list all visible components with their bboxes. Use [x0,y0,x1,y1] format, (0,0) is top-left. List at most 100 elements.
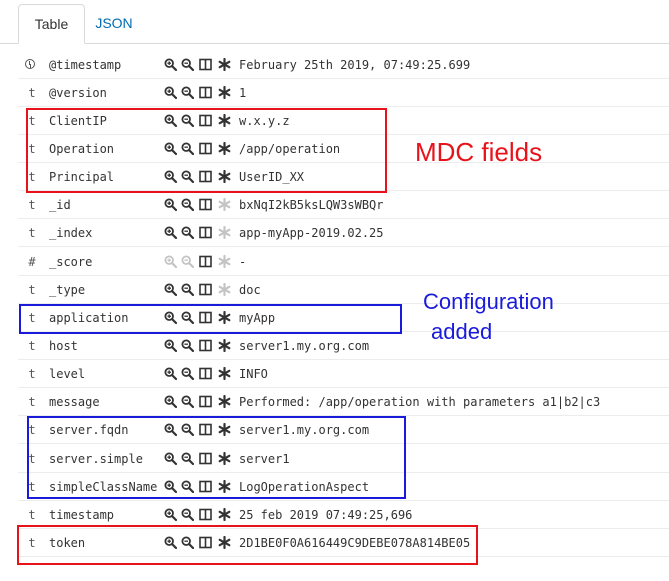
zoom-in-icon[interactable] [164,86,177,99]
zoom-out-icon[interactable] [181,311,194,324]
field-value: LogOperationAspect [239,480,370,494]
columns-icon[interactable] [199,339,212,352]
zoom-in-icon[interactable] [164,395,177,408]
asterisk-icon[interactable] [218,536,231,549]
field-name: application [49,311,129,325]
field-name: level [49,367,86,381]
field-value: app-myApp-2019.02.25 [239,226,384,240]
field-type-icon: t [28,226,36,240]
columns-icon[interactable] [199,283,212,296]
zoom-in-icon[interactable] [164,58,177,71]
field-actions [164,508,234,522]
field-name: _id [49,198,71,212]
columns-icon[interactable] [199,452,212,465]
asterisk-icon[interactable] [218,114,231,127]
zoom-out-icon[interactable] [181,480,194,493]
zoom-out-icon[interactable] [181,339,194,352]
columns-icon[interactable] [199,226,212,239]
asterisk-icon[interactable] [218,311,231,324]
asterisk-icon[interactable] [218,452,231,465]
asterisk-icon[interactable] [218,170,231,183]
zoom-in-icon[interactable] [164,226,177,239]
columns-icon[interactable] [199,58,212,71]
asterisk-icon[interactable] [218,198,231,211]
asterisk-icon[interactable] [218,255,231,268]
table-row: # _score - [18,248,669,276]
field-actions [164,226,234,240]
zoom-in-icon[interactable] [164,142,177,155]
zoom-in-icon[interactable] [164,423,177,436]
asterisk-icon[interactable] [218,367,231,380]
columns-icon[interactable] [199,170,212,183]
field-value: UserID_XX [239,170,305,184]
columns-icon[interactable] [199,536,212,549]
zoom-out-icon[interactable] [181,170,194,183]
zoom-out-icon[interactable] [181,423,194,436]
field-name: timestamp [49,508,115,522]
asterisk-icon[interactable] [218,423,231,436]
zoom-in-icon[interactable] [164,255,177,268]
columns-icon[interactable] [199,255,212,268]
columns-icon[interactable] [199,423,212,436]
columns-icon[interactable] [199,142,212,155]
columns-icon[interactable] [199,86,212,99]
zoom-in-icon[interactable] [164,170,177,183]
columns-icon[interactable] [199,480,212,493]
field-actions [164,142,234,156]
asterisk-icon[interactable] [218,142,231,155]
asterisk-icon[interactable] [218,283,231,296]
asterisk-icon[interactable] [218,226,231,239]
zoom-out-icon[interactable] [181,255,194,268]
field-name: server.fqdn [49,423,129,437]
columns-icon[interactable] [199,508,212,521]
field-type-icon: t [28,395,36,409]
tab-table[interactable]: Table [18,4,85,44]
asterisk-icon[interactable] [218,395,231,408]
columns-icon[interactable] [199,311,212,324]
zoom-in-icon[interactable] [164,339,177,352]
zoom-in-icon[interactable] [164,311,177,324]
columns-icon[interactable] [199,395,212,408]
zoom-out-icon[interactable] [181,395,194,408]
tab-json[interactable]: JSON [86,4,142,42]
columns-icon[interactable] [199,114,212,127]
zoom-out-icon[interactable] [181,86,194,99]
zoom-out-icon[interactable] [181,508,194,521]
field-name: _score [49,255,93,269]
zoom-out-icon[interactable] [181,367,194,380]
field-value: Performed: /app/operation with parameter… [239,395,601,409]
zoom-out-icon[interactable] [181,198,194,211]
zoom-in-icon[interactable] [164,508,177,521]
asterisk-icon[interactable] [218,339,231,352]
field-name: token [49,536,86,550]
field-type-icon: # [28,255,36,269]
zoom-in-icon[interactable] [164,452,177,465]
zoom-in-icon[interactable] [164,283,177,296]
zoom-out-icon[interactable] [181,452,194,465]
field-type-icon: t [28,198,36,212]
table-row: t server.fqdn server1.my.org.com [18,416,669,444]
zoom-out-icon[interactable] [181,58,194,71]
zoom-in-icon[interactable] [164,480,177,493]
zoom-out-icon[interactable] [181,283,194,296]
columns-icon[interactable] [199,198,212,211]
zoom-in-icon[interactable] [164,198,177,211]
field-actions [164,311,234,325]
zoom-out-icon[interactable] [181,226,194,239]
zoom-in-icon[interactable] [164,536,177,549]
field-actions [164,198,234,212]
asterisk-icon[interactable] [218,58,231,71]
field-actions [164,58,234,72]
zoom-out-icon[interactable] [181,114,194,127]
columns-icon[interactable] [199,367,212,380]
zoom-out-icon[interactable] [181,142,194,155]
table-row: t Principal UserID_XX [18,163,669,191]
zoom-out-icon[interactable] [181,536,194,549]
zoom-in-icon[interactable] [164,114,177,127]
field-name: host [49,339,78,353]
field-value: w.x.y.z [239,114,290,128]
asterisk-icon[interactable] [218,480,231,493]
asterisk-icon[interactable] [218,508,231,521]
asterisk-icon[interactable] [218,86,231,99]
zoom-in-icon[interactable] [164,367,177,380]
